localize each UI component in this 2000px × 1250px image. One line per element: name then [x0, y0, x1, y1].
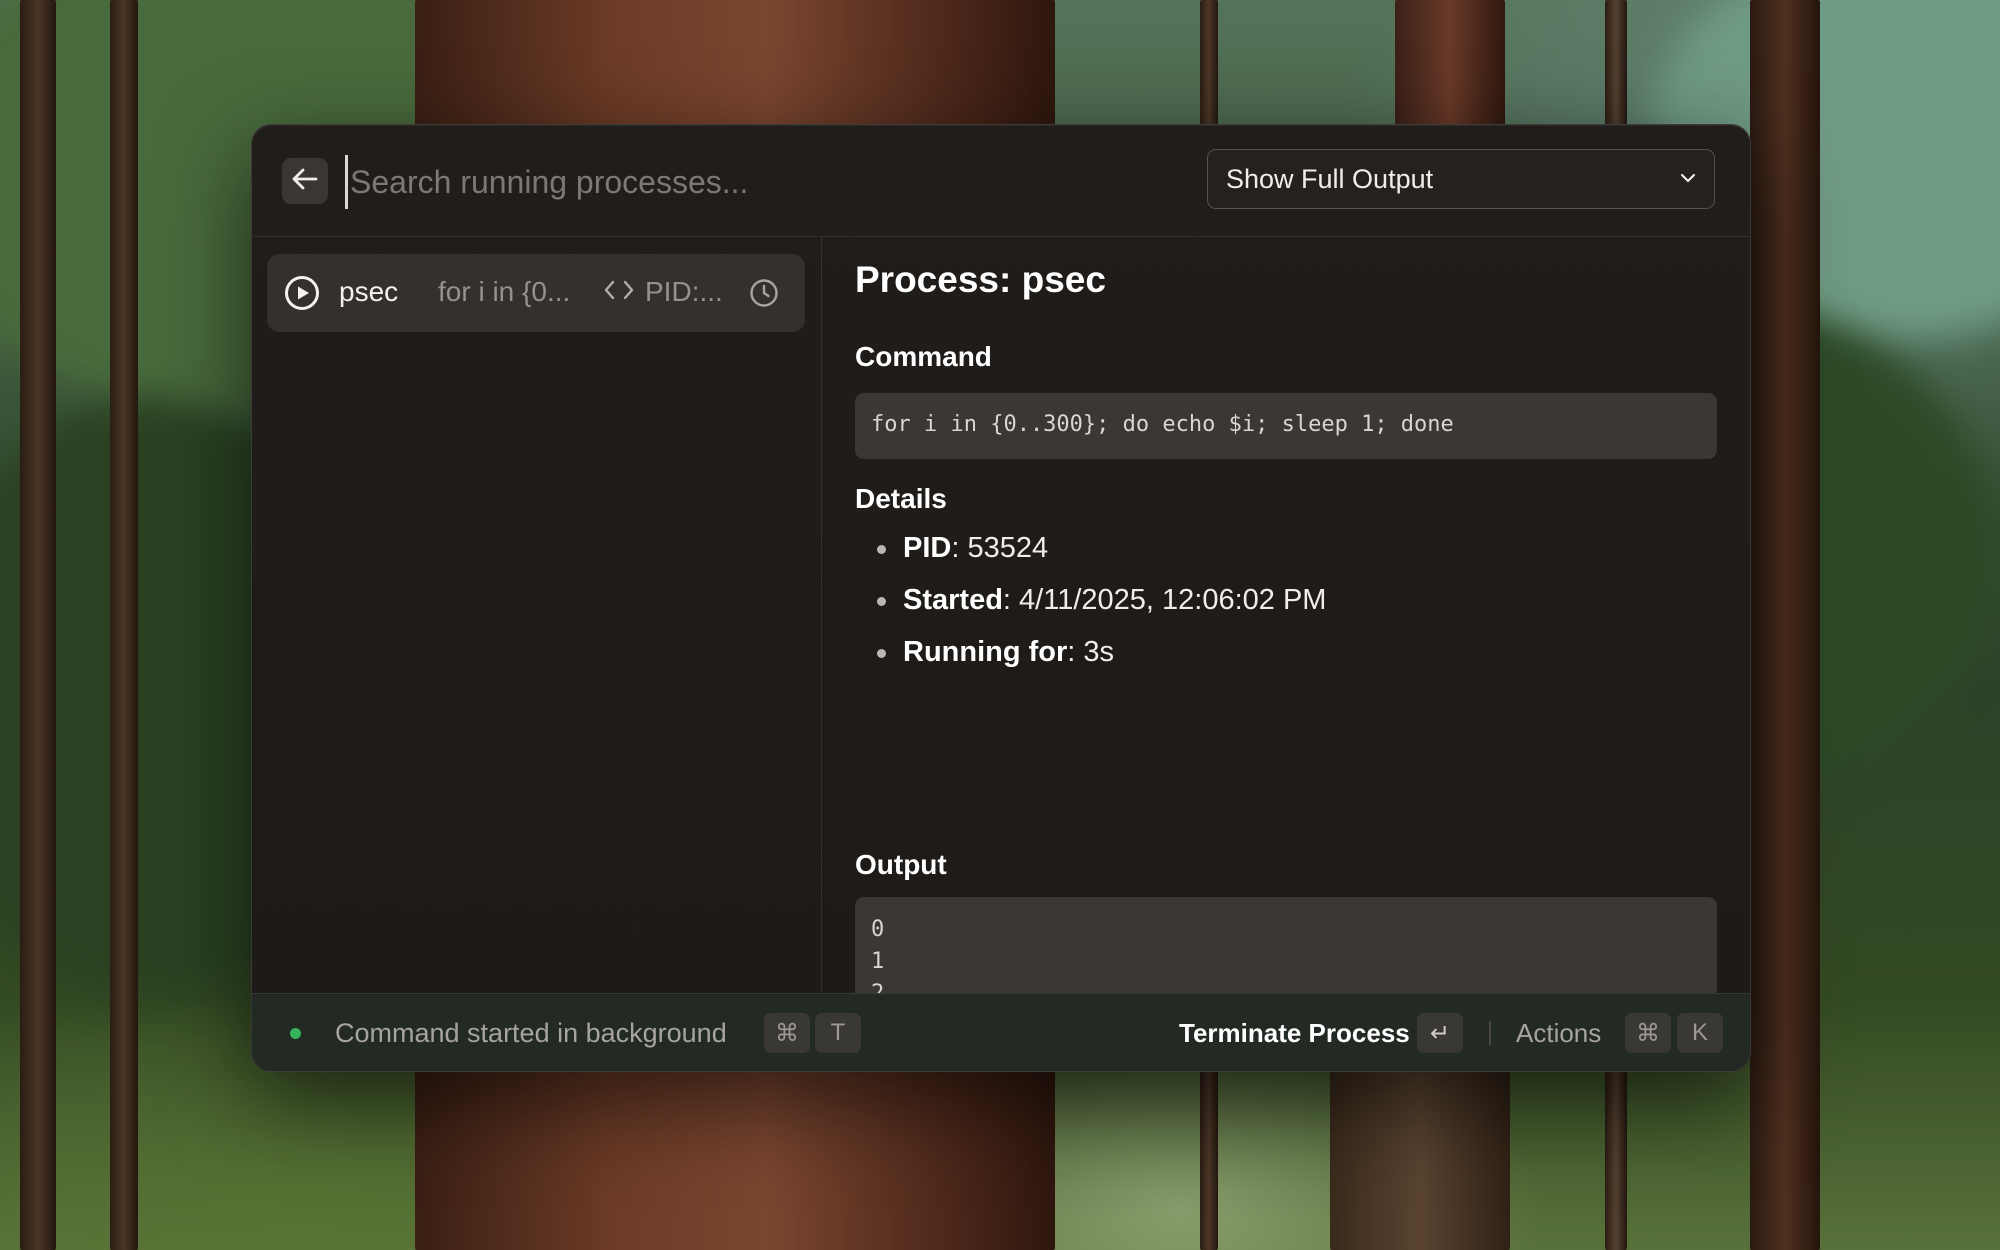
detail-value: : 3s: [1067, 636, 1115, 668]
list-item-subtitle: for i in {0...: [438, 276, 571, 307]
detail-value: : 53524: [951, 532, 1049, 564]
shortcut-key-cmd: ⌘: [1625, 1013, 1671, 1053]
divider: [1489, 1021, 1491, 1045]
clock-icon: [749, 278, 779, 313]
output-mode-dropdown[interactable]: Show Full Output: [1207, 149, 1715, 209]
process-detail: Process: psec Command for i in {0..300};…: [855, 237, 1717, 1071]
terminate-process-button[interactable]: Terminate Process: [1179, 1018, 1410, 1049]
detail-item-pid: PID: 53524: [855, 529, 1326, 581]
shortcut-key-t: T: [815, 1013, 861, 1053]
shortcut-key-cmd: ⌘: [764, 1013, 810, 1053]
status-dot-icon: [290, 1028, 301, 1039]
details-list: PID: 53524 Started: 4/11/2025, 12:06:02 …: [855, 529, 1326, 685]
actions-button[interactable]: Actions: [1516, 1018, 1601, 1049]
detail-value: : 4/11/2025, 12:06:02 PM: [1002, 584, 1327, 616]
details-heading: Details: [855, 483, 947, 514]
list-item-pid-accessory: PID:...: [645, 276, 723, 307]
play-circle-icon: [284, 275, 320, 316]
shortcut-key-k: K: [1677, 1013, 1723, 1053]
detail-item-running-for: Running for: 3s: [855, 633, 1326, 685]
detail-label: Started: [903, 584, 1003, 616]
search-bar: Show Full Output: [252, 125, 1750, 237]
list-item-title: psec: [339, 276, 399, 307]
back-button[interactable]: [282, 158, 328, 204]
command-heading: Command: [855, 341, 992, 372]
detail-title: Process: psec: [855, 259, 1106, 300]
process-manager-window: Show Full Output psec for i in {0... PID…: [251, 124, 1751, 1072]
code-icon: [604, 279, 634, 306]
action-bar: Command started in background ⌘ T Termin…: [252, 993, 1750, 1071]
detail-item-started: Started: 4/11/2025, 12:06:02 PM: [855, 581, 1326, 633]
output-heading: Output: [855, 849, 947, 880]
detail-label: Running for: [903, 636, 1068, 668]
list-item-process-psec[interactable]: psec for i in {0... PID:...: [267, 254, 805, 332]
process-list: psec for i in {0... PID:...: [252, 237, 822, 993]
command-code-block: for i in {0..300}; do echo $i; sleep 1; …: [855, 393, 1717, 459]
arrow-left-icon: [292, 168, 318, 195]
chevron-down-icon: [1680, 170, 1696, 188]
output-line: 1: [871, 949, 885, 974]
search-input[interactable]: [345, 155, 1152, 209]
detail-label: PID: [903, 532, 952, 564]
dropdown-selected-value: Show Full Output: [1226, 163, 1434, 194]
status-message: Command started in background: [335, 1018, 727, 1048]
output-line: 0: [871, 917, 885, 942]
enter-key-icon: ↵: [1417, 1013, 1463, 1053]
